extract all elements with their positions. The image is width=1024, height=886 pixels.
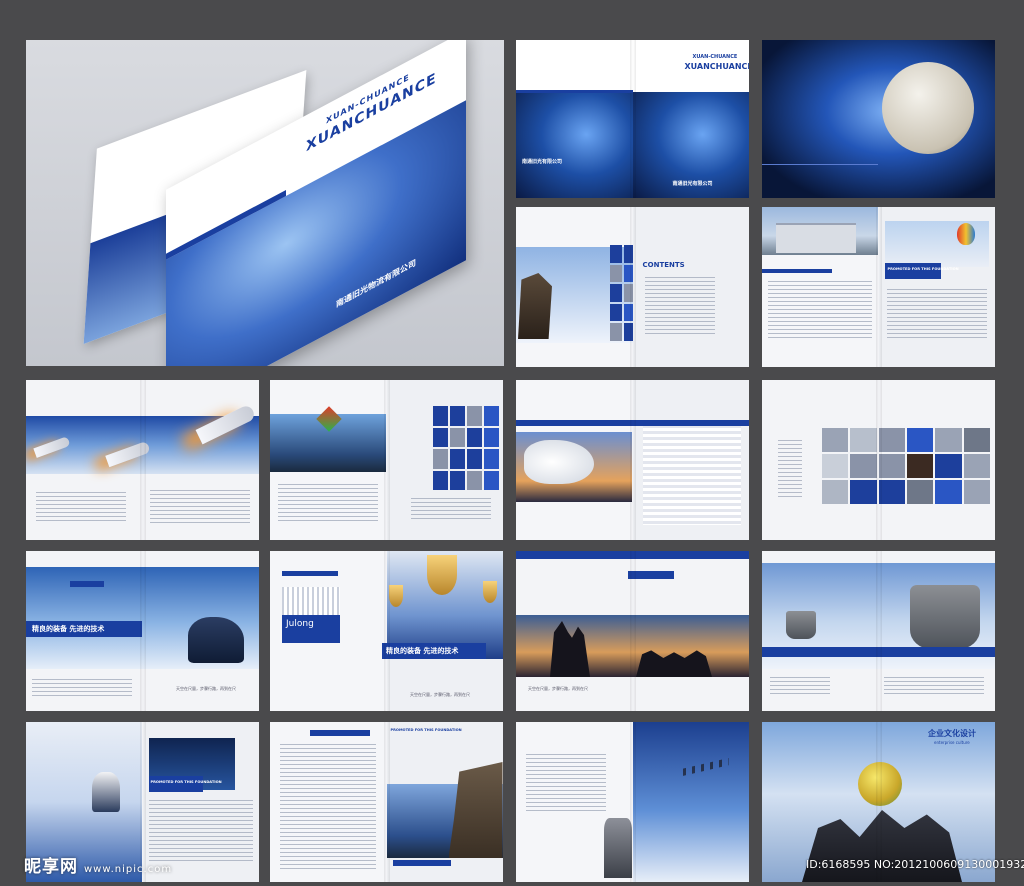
- cover-mockup-panel: XUAN-CHUANCE XUANCHUANCE 南通旧光物流有限公司: [26, 40, 504, 366]
- site-url: www.nipic.com: [84, 864, 173, 875]
- brochure-front-cover: XUAN-CHUANCE XUANCHUANCE 南通旧光物流有限公司: [166, 40, 466, 366]
- spread-rockets: [26, 380, 259, 540]
- spread-cover-flat: 南通旧光有限公司 XUAN-CHUANCE XUANCHUANCE 南通旧光有限…: [516, 40, 749, 198]
- spread2-brand-line1: XUAN-CHUANCE: [692, 54, 738, 60]
- spread-birds-sky: [516, 722, 749, 882]
- trophy-image: [426, 555, 457, 595]
- contents-title: CONTENTS: [642, 261, 685, 269]
- spread-company-building: PROMOTED FOR THIS FOUNDATION: [762, 207, 995, 367]
- spread-gears-tiles: [762, 380, 995, 540]
- lion-statue-image: [188, 617, 244, 663]
- spread2-brand-line2: XUANCHUANCE: [684, 62, 750, 71]
- spread-glove-table: [516, 380, 749, 540]
- spread-julong-trophy: Julong 精良的装备 先进的技术 天空在尺量，步骤行路，再到在尺: [270, 551, 503, 711]
- promo-line-top: PROMOTED FOR THIS FOUNDATION: [887, 267, 959, 271]
- spread-globe-hands: [762, 40, 995, 198]
- gear-photo-tiles: [822, 428, 990, 504]
- promo-line-mid: PROMOTED FOR THIS FOUNDATION: [390, 728, 462, 732]
- spread2-company-right: 南通旧光有限公司: [672, 181, 713, 187]
- spread-cliff-jumper: PROMOTED FOR THIS FOUNDATION: [270, 722, 503, 882]
- site-name: 昵享网: [24, 857, 78, 877]
- slogan-sub-business: 天空在尺量，步骤行路，再到在尺: [528, 686, 588, 691]
- bronze-ding-image: [910, 585, 980, 649]
- slogan-left: 精良的装备 先进的技术: [32, 625, 105, 633]
- telescope-image: [604, 818, 632, 878]
- spread-bronze-ding: [762, 551, 995, 711]
- culture-title: 企业文化设计: [928, 729, 976, 738]
- hot-air-balloon-image: [956, 223, 975, 245]
- image-id-tag: ID:6168595 NO:20121006091300019324: [806, 858, 1024, 871]
- spread-sea-lion-statue: 精良的装备 先进的技术 天空在尺量，步骤行路，再到在尺: [26, 551, 259, 711]
- spread2-company-left: 南通旧光有限公司: [522, 159, 563, 165]
- slogan-sub-mid: 天空在尺量，步骤行路，再到在尺: [410, 692, 470, 697]
- julong-name: Julong: [286, 619, 314, 629]
- slogan-mid: 精良的装备 先进的技术: [386, 647, 459, 655]
- spread-contents: CONTENTS: [516, 207, 749, 367]
- promo-line-bottom: PROMOTED FOR THIS FOUNDATION: [150, 780, 222, 784]
- culture-subtitle: enterprise culture: [934, 740, 970, 745]
- spread-business-silhouettes: 天空在尺量，步骤行路，再到在尺: [516, 551, 749, 711]
- slogan-sub-left: 天空在尺量，步骤行路，再到在尺: [176, 686, 236, 691]
- globe-image: [882, 62, 974, 154]
- site-watermark: 昵享网 www.nipic.com: [24, 852, 172, 877]
- snowboarder-image: [92, 772, 120, 812]
- glove-image: [524, 440, 594, 484]
- night-city-tiles: [432, 406, 499, 490]
- spread-kites-mountains: [270, 380, 503, 540]
- data-table-image: [642, 422, 741, 525]
